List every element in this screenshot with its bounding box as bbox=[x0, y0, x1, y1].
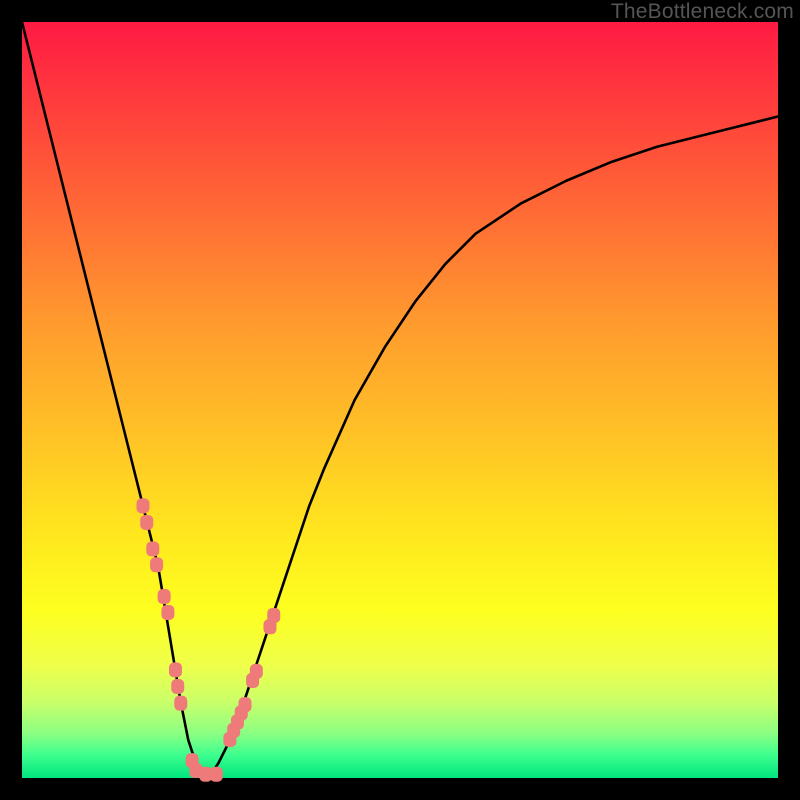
marker-dot bbox=[136, 498, 149, 513]
marker-dot bbox=[267, 608, 280, 623]
plot-area bbox=[22, 22, 778, 778]
watermark-text: TheBottleneck.com bbox=[611, 0, 794, 24]
bottleneck-curve-path bbox=[22, 22, 778, 774]
marker-dot bbox=[239, 697, 252, 712]
outer-frame: TheBottleneck.com bbox=[0, 0, 800, 800]
marker-dots bbox=[136, 498, 280, 781]
marker-dot bbox=[174, 696, 187, 711]
marker-dot bbox=[161, 605, 174, 620]
marker-dot bbox=[250, 664, 263, 679]
marker-dot bbox=[158, 589, 171, 604]
chart-svg bbox=[22, 22, 778, 778]
marker-dot bbox=[169, 662, 182, 677]
curve-line bbox=[22, 22, 778, 774]
marker-dot bbox=[146, 541, 159, 556]
marker-dot bbox=[210, 767, 223, 782]
marker-dot bbox=[171, 679, 184, 694]
marker-dot bbox=[140, 515, 153, 530]
marker-dot bbox=[150, 557, 163, 572]
